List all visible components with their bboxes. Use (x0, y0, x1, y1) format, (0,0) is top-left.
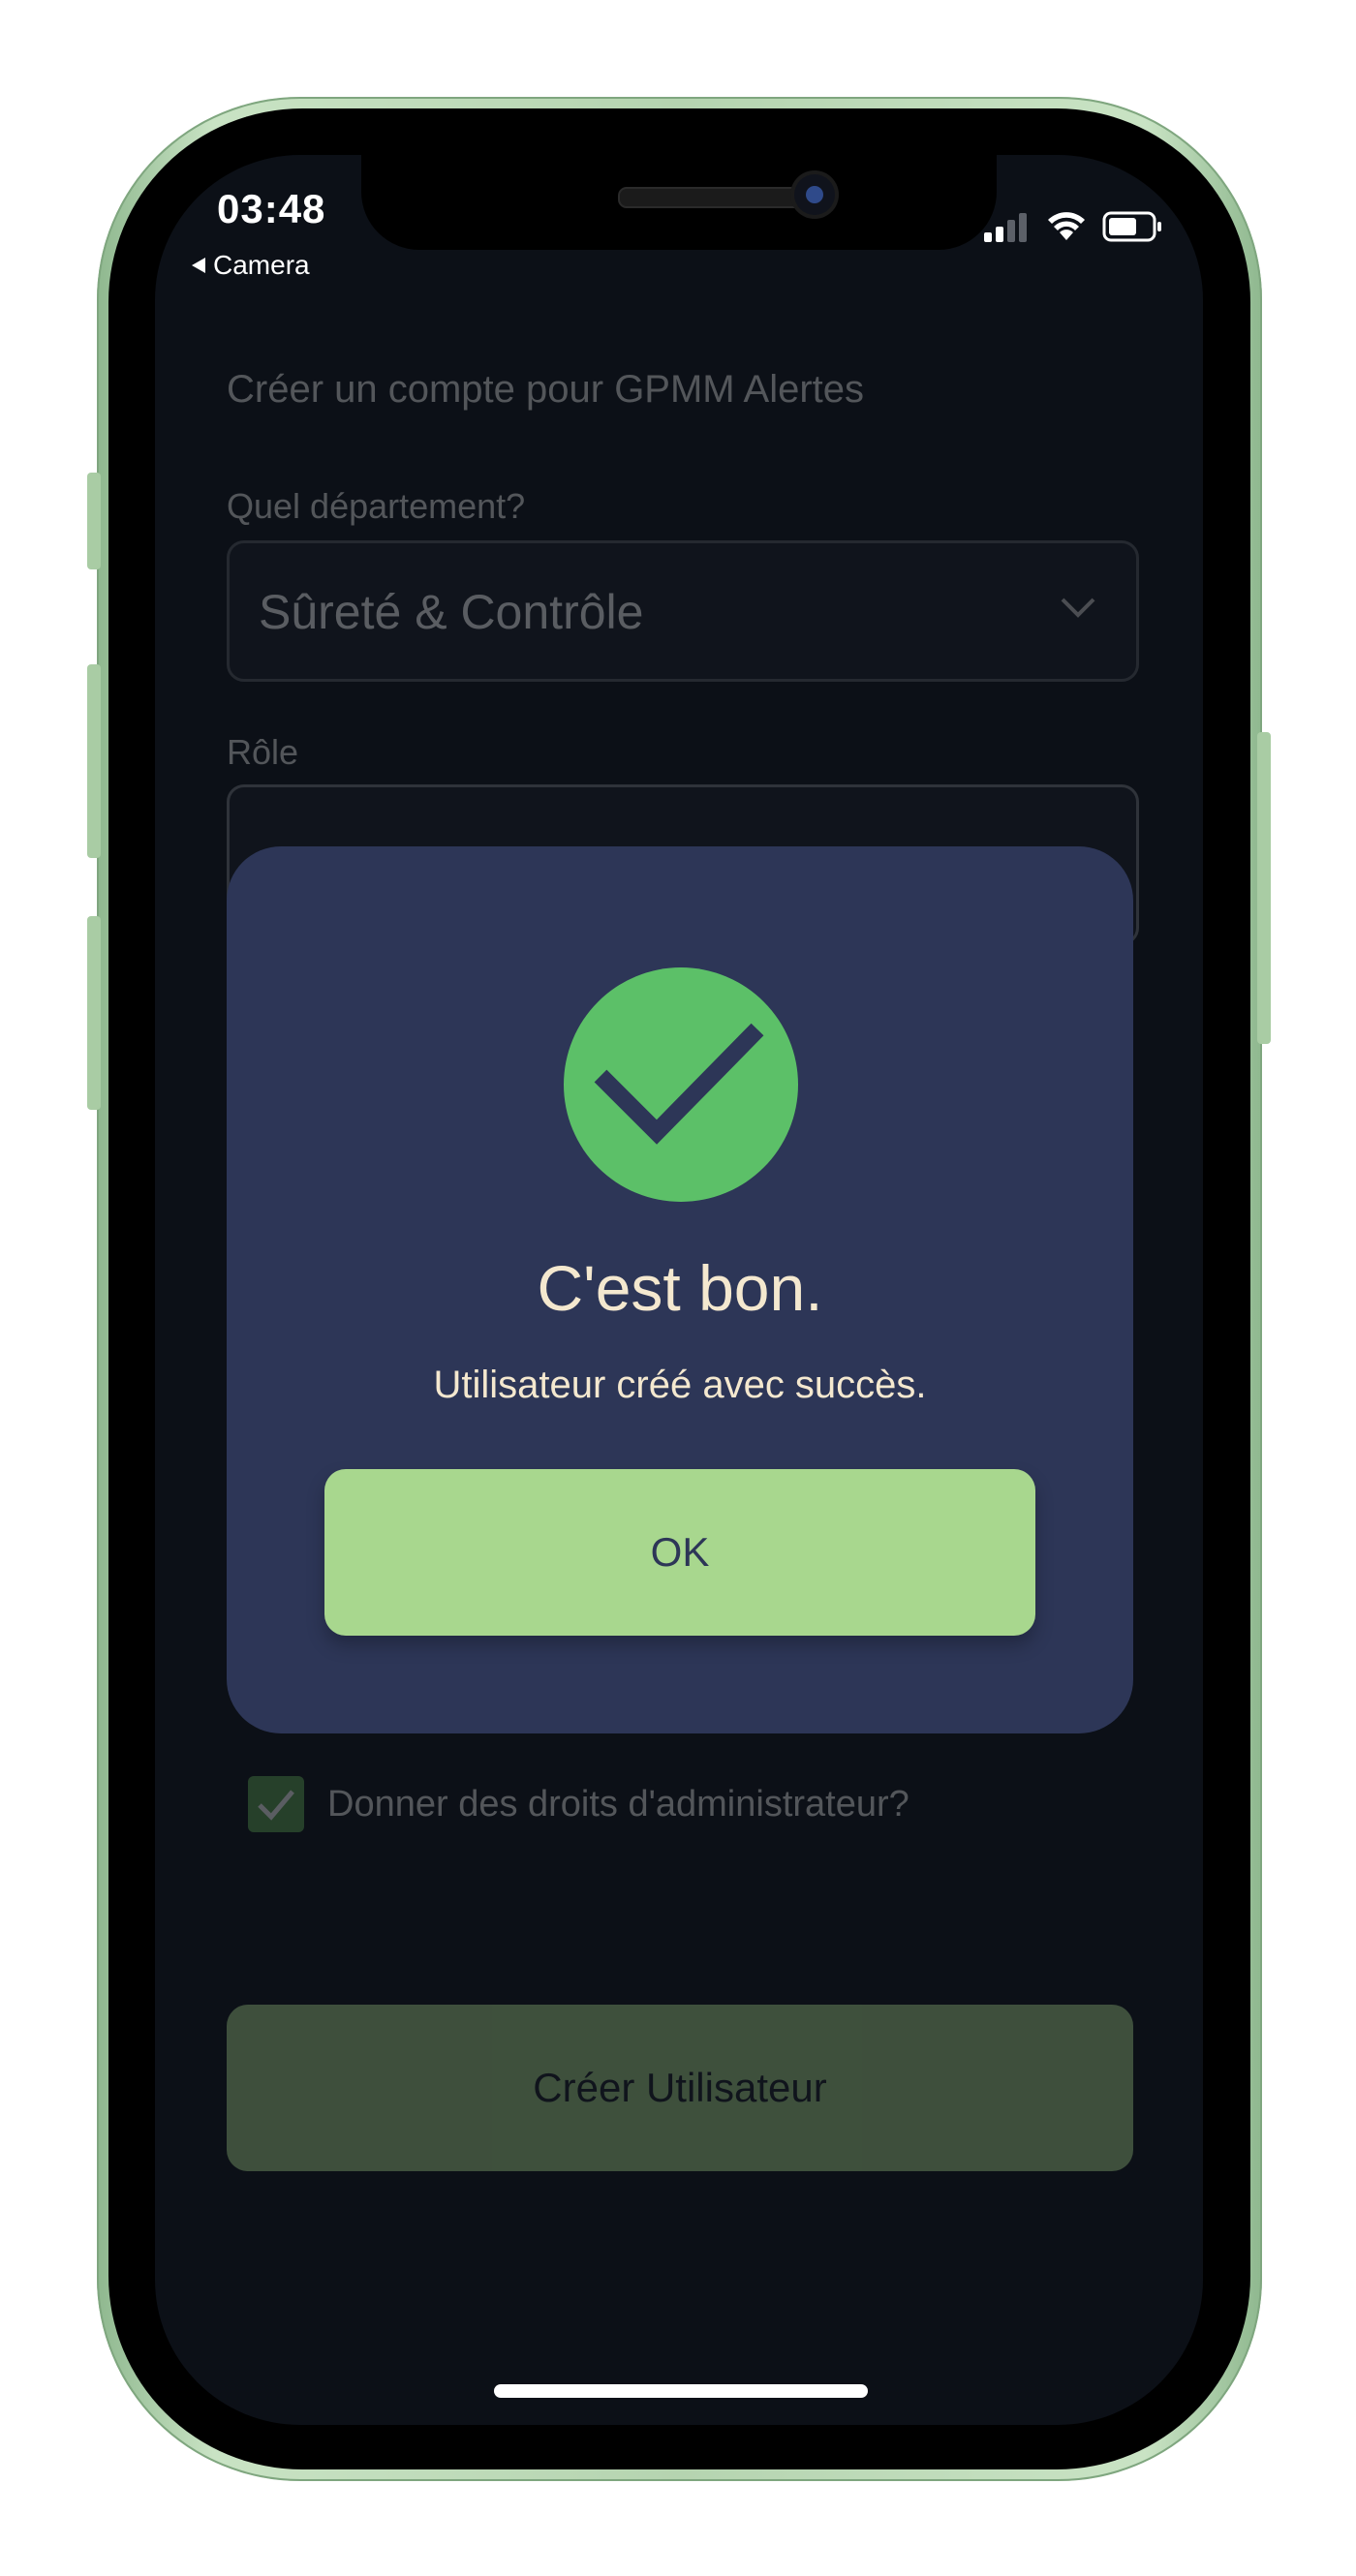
front-camera (794, 174, 835, 215)
status-time: 03:48 (217, 186, 326, 231)
modal-message: Utilisateur créé avec succès. (433, 1364, 927, 1406)
wifi-icon (1048, 212, 1085, 240)
signal-icon (984, 213, 1031, 242)
back-triangle-icon (192, 258, 205, 273)
back-app-label: Camera (213, 250, 310, 280)
volume-up-button (87, 664, 101, 858)
admin-checkbox-label: Donner des droits d'administrateur? (327, 1784, 909, 1825)
volume-down-button (87, 916, 101, 1110)
silent-switch (87, 473, 101, 569)
create-user-button[interactable]: Créer Utilisateur (227, 2005, 1133, 2171)
ok-button[interactable]: OK (324, 1469, 1035, 1636)
success-check-icon (564, 967, 798, 1202)
department-label: Quel département? (227, 486, 526, 526)
chevron-down-icon (1061, 598, 1095, 618)
home-indicator[interactable] (494, 2384, 868, 2398)
notch (361, 155, 997, 250)
check-icon (258, 1790, 294, 1821)
back-to-app-link[interactable]: Camera (190, 250, 310, 281)
admin-checkbox[interactable] (248, 1776, 304, 1832)
power-button (1257, 732, 1271, 1044)
department-value: Sûreté & Contrôle (259, 585, 644, 639)
modal-title: C'est bon. (537, 1252, 823, 1324)
screen: Créer un compte pour GPMM Alertes Quel d… (155, 155, 1203, 2425)
department-select[interactable]: Sûreté & Contrôle (227, 540, 1139, 682)
battery-icon (1102, 211, 1161, 242)
success-modal: C'est bon. Utilisateur créé avec succès.… (227, 846, 1133, 1733)
role-label: Rôle (227, 732, 299, 772)
speaker (618, 187, 806, 208)
status-icons (984, 211, 1162, 242)
form-title: Créer un compte pour GPMM Alertes (227, 368, 865, 411)
